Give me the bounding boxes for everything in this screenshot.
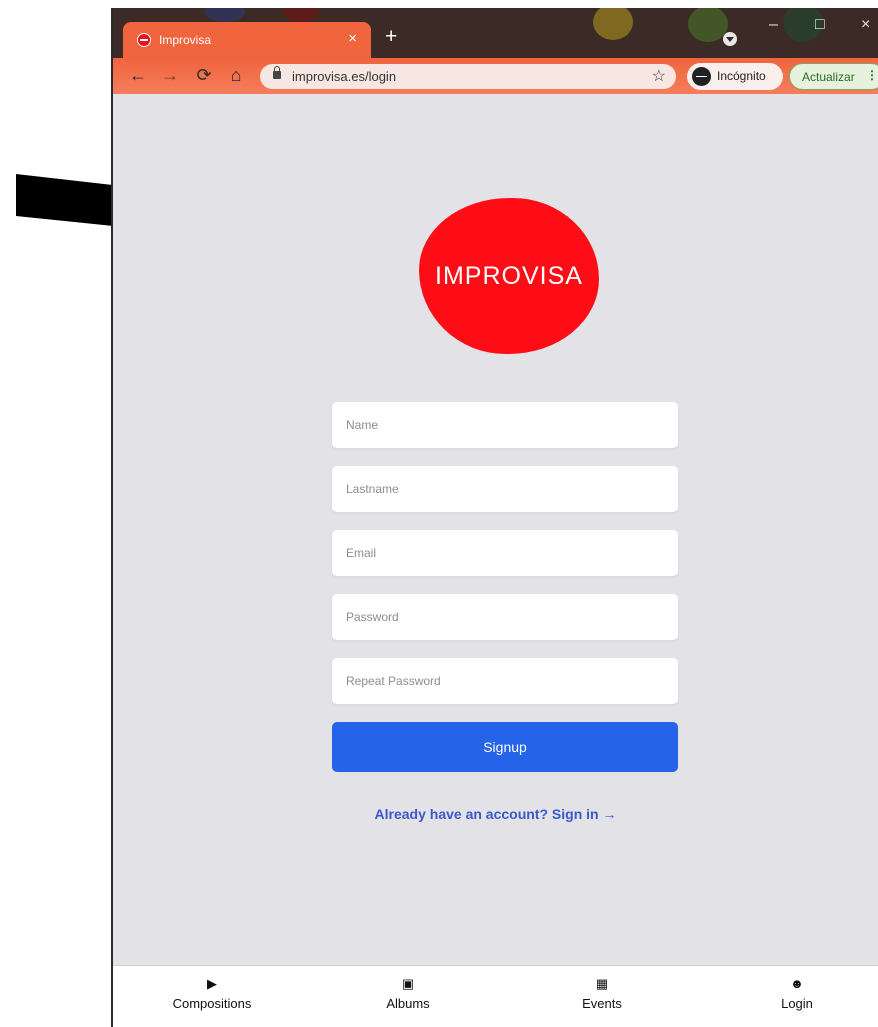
- tab-search-icon[interactable]: [723, 32, 737, 46]
- forward-button[interactable]: →: [157, 62, 183, 88]
- nav-item-albums[interactable]: ▣ Albums: [343, 974, 473, 1011]
- close-window-button[interactable]: ×: [861, 16, 870, 34]
- background-decoration: [593, 8, 633, 40]
- email-field[interactable]: [332, 530, 678, 576]
- improvisa-favicon-icon: [137, 33, 151, 47]
- bookmark-star-icon[interactable]: ☆: [652, 66, 666, 86]
- nav-label: Login: [781, 996, 813, 1011]
- signup-form: Signup: [332, 402, 678, 772]
- nav-item-compositions[interactable]: ▶ Compositions: [147, 974, 277, 1011]
- bottom-navigation: ▶ Compositions ▣ Albums ▦ Events ☻ Login: [113, 965, 878, 1027]
- home-button[interactable]: ⌂: [223, 62, 249, 88]
- images-icon: ▣: [401, 976, 415, 991]
- background-decoration: [283, 8, 319, 22]
- lock-icon: [273, 66, 281, 79]
- nav-label: Albums: [386, 996, 430, 1011]
- nav-label: Events: [582, 996, 622, 1011]
- signin-link[interactable]: Already have an account? Sign in →: [113, 806, 878, 822]
- browser-toolbar: ← → ⟳ ⌂ improvisa.es/login ☆ Incógnito A…: [113, 58, 878, 94]
- lastname-field[interactable]: [332, 466, 678, 512]
- incognito-label: Incógnito: [717, 69, 766, 83]
- background-decoration: [205, 8, 245, 22]
- password-field[interactable]: [332, 594, 678, 640]
- browser-window: Improvisa × + – □ × ← → ⟳ ⌂ improvisa.es…: [111, 8, 878, 1027]
- tab-close-icon[interactable]: ×: [348, 30, 357, 47]
- play-icon: ▶: [207, 976, 217, 991]
- user-circle-icon: ☻: [790, 976, 804, 991]
- nav-item-events[interactable]: ▦ Events: [537, 974, 667, 1011]
- new-tab-button[interactable]: +: [385, 26, 397, 48]
- browser-tab[interactable]: Improvisa ×: [123, 22, 371, 58]
- name-field[interactable]: [332, 402, 678, 448]
- screenshot-stage: Improvisa × + – □ × ← → ⟳ ⌂ improvisa.es…: [0, 0, 878, 1027]
- reload-button[interactable]: ⟳: [191, 62, 217, 88]
- minimize-button[interactable]: –: [769, 16, 778, 34]
- maximize-button[interactable]: □: [815, 16, 825, 34]
- url-text: improvisa.es/login: [292, 69, 397, 84]
- tab-title: Improvisa: [159, 33, 212, 47]
- tab-strip: Improvisa × + – □ ×: [113, 8, 878, 58]
- address-bar[interactable]: improvisa.es/login ☆: [260, 64, 676, 89]
- back-button[interactable]: ←: [125, 62, 151, 88]
- improvisa-logo: IMPROVISA: [419, 198, 599, 354]
- incognito-indicator[interactable]: Incógnito: [687, 63, 783, 90]
- background-decoration: [688, 8, 728, 42]
- repeat-password-field[interactable]: [332, 658, 678, 704]
- update-label: Actualizar: [802, 70, 855, 84]
- calendar-icon: ▦: [595, 976, 609, 991]
- update-button[interactable]: Actualizar ⋮: [789, 63, 878, 90]
- signup-button[interactable]: Signup: [332, 722, 678, 772]
- nav-item-login[interactable]: ☻ Login: [732, 974, 862, 1011]
- nav-label: Compositions: [172, 996, 252, 1011]
- incognito-icon: [692, 67, 711, 86]
- more-menu-icon[interactable]: ⋮: [866, 68, 878, 82]
